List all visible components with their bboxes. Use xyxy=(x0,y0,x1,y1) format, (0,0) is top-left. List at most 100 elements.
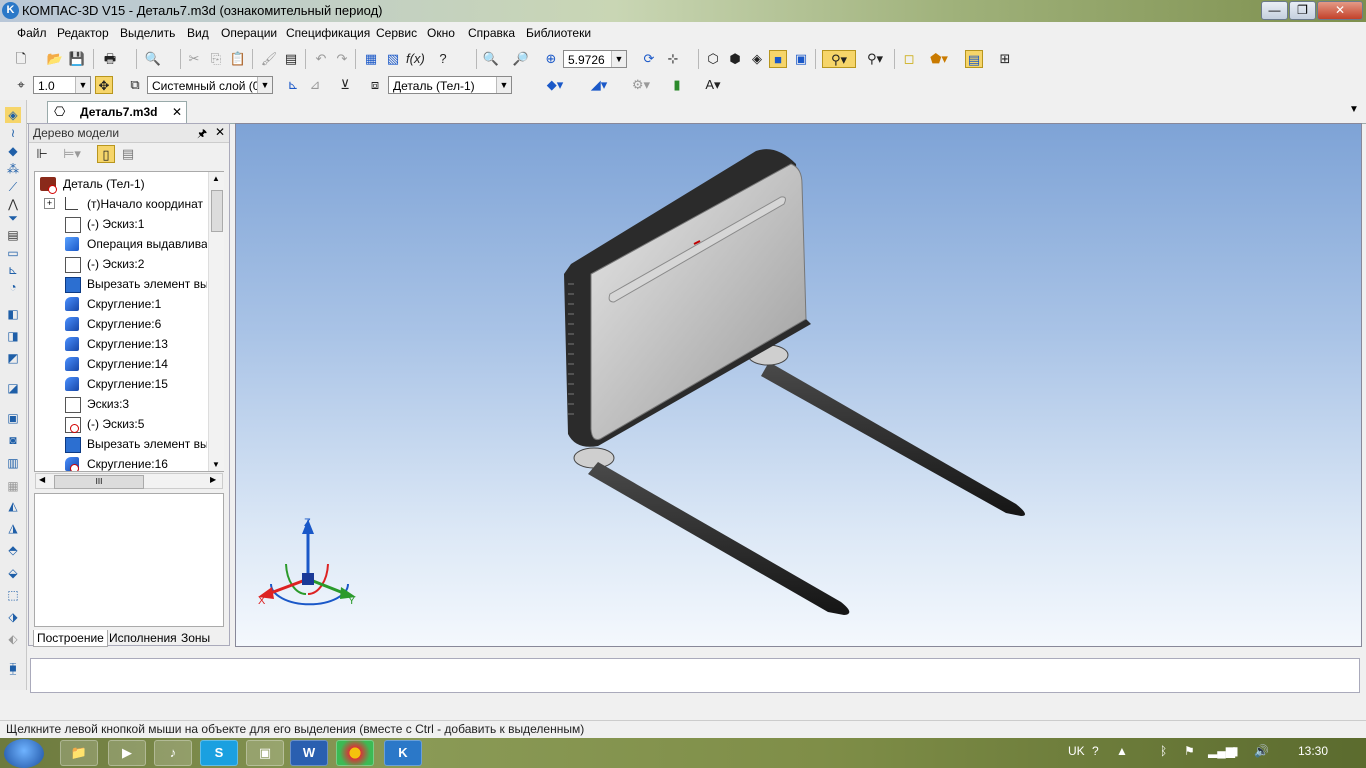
edit-details-icon[interactable]: ◈ xyxy=(5,107,21,123)
redo-icon[interactable]: ↷ xyxy=(333,50,351,68)
tab-versions[interactable]: Исполнения xyxy=(106,630,180,646)
help-icon[interactable]: ? xyxy=(1092,744,1099,758)
arrays-icon[interactable]: ⁂ xyxy=(5,161,21,177)
tree-item[interactable]: Скругление:16 xyxy=(35,454,207,471)
draft-icon[interactable]: ⬗ xyxy=(5,609,21,625)
measure-icon[interactable]: ⊞ xyxy=(996,50,1014,68)
kompas-app-icon[interactable]: K xyxy=(2,2,19,19)
media-task-icon[interactable]: ▶ xyxy=(108,740,146,766)
tree-item[interactable]: (-) Эскиз:1 xyxy=(35,214,207,234)
shaded-icon[interactable]: ■ xyxy=(769,50,787,68)
body-select[interactable]: Деталь (Тел-1) ▼ xyxy=(388,76,512,94)
tree-order-icon[interactable]: ⊨▾ xyxy=(57,145,87,163)
chamfer-icon[interactable]: ◮ xyxy=(5,520,21,536)
snap-step-icon[interactable]: ✥ xyxy=(95,76,113,94)
step-select[interactable]: 1.0 ▼ xyxy=(33,76,91,94)
measure-tool-icon[interactable]: ⊾ xyxy=(5,262,21,278)
preview-icon[interactable]: 🔍 xyxy=(144,50,162,68)
word-task-icon[interactable]: W xyxy=(290,740,328,766)
explorer-task-icon[interactable]: 📁 xyxy=(60,740,98,766)
tree-item[interactable]: Скругление:13 xyxy=(35,334,207,354)
signal-icon[interactable]: ▂▄▆ xyxy=(1208,744,1235,758)
orientation-icon[interactable]: ⊹ xyxy=(664,50,682,68)
auxiliary-geometry-icon[interactable]: ⟋ xyxy=(5,179,21,195)
menu-libraries[interactable]: Библиотеки xyxy=(526,26,591,40)
model-viewport[interactable]: Z X Y xyxy=(235,123,1362,647)
zoom-icon[interactable]: ⊕ xyxy=(542,50,560,68)
zoom-scale-select[interactable]: 5.9726 ▼ xyxy=(563,50,627,68)
paste-icon[interactable]: 📋 xyxy=(229,50,247,68)
minimize-button[interactable]: — xyxy=(1261,1,1288,20)
network-icon[interactable]: ⚑ xyxy=(1184,744,1195,758)
menu-editor[interactable]: Редактор xyxy=(57,26,109,40)
tray-chevron-icon[interactable]: ▲ xyxy=(1116,744,1128,758)
menu-window[interactable]: Окно xyxy=(427,26,455,40)
mirror-icon[interactable]: ⧯ xyxy=(5,660,21,676)
tree-display-icon[interactable]: ▯ xyxy=(97,145,115,163)
manager-icon[interactable]: ▦ xyxy=(362,50,380,68)
menu-specification[interactable]: Спецификация xyxy=(286,26,370,40)
thin-lines-icon[interactable]: ◈ xyxy=(748,50,766,68)
app-task-icon[interactable]: ▣ xyxy=(246,740,284,766)
revolve-icon[interactable]: ◨ xyxy=(5,328,21,344)
scroll-thumb[interactable]: III xyxy=(54,475,144,489)
layers-icon[interactable]: ⧉ xyxy=(126,76,144,94)
save-icon[interactable]: 💾 xyxy=(68,50,86,68)
zoom-all-icon[interactable]: 🔎 xyxy=(512,50,530,68)
tree-toggle-icon[interactable]: ▤ xyxy=(965,50,983,68)
copy-icon[interactable]: ⎘ xyxy=(207,50,225,68)
cut-extrude-icon[interactable]: ▣ xyxy=(5,410,21,426)
filter-select-icon[interactable]: ⚲▾ xyxy=(822,50,856,68)
tree-vertical-scrollbar[interactable]: ▲ ▼ xyxy=(208,172,224,471)
surfaces-icon[interactable]: ◆ xyxy=(5,143,21,159)
cut-kinematic-icon[interactable]: ▥ xyxy=(5,455,21,471)
help-pointer-icon[interactable]: ? xyxy=(434,50,452,68)
scroll-left-icon[interactable]: ◀ xyxy=(39,475,45,484)
tab-construction[interactable]: Построение xyxy=(33,630,108,647)
library-icon[interactable]: ▮ xyxy=(668,76,686,94)
clock[interactable]: 13:30 xyxy=(1298,744,1328,758)
tab-list-chevron-icon[interactable]: ▼ xyxy=(1349,104,1359,115)
tree-item[interactable]: Скругление:1 xyxy=(35,294,207,314)
power-icon[interactable]: ▮ xyxy=(1232,744,1239,758)
mate-icon[interactable]: ⚙▾ xyxy=(626,76,656,94)
cursor-coords-icon[interactable]: ⌖ xyxy=(12,76,30,94)
section-icon[interactable]: ⬟▾ xyxy=(924,50,954,68)
fillet-icon[interactable]: ◭ xyxy=(5,498,21,514)
start-button[interactable] xyxy=(4,739,44,768)
menu-view[interactable]: Вид xyxy=(187,26,209,40)
tree-item[interactable]: Операция выдавливания:1 xyxy=(35,234,207,254)
expand-icon[interactable]: + xyxy=(44,198,55,209)
tree-root[interactable]: Деталь (Тел-1) xyxy=(35,174,207,194)
tree-item[interactable]: Скругление:14 xyxy=(35,354,207,374)
sound-task-icon[interactable]: ♪ xyxy=(154,740,192,766)
properties-bar[interactable] xyxy=(30,658,1360,693)
mcs-icon[interactable]: ◆▾ xyxy=(540,76,570,94)
tree-structure-icon[interactable]: ⊩ xyxy=(33,145,51,163)
dimensions-icon[interactable]: ▭ xyxy=(5,245,21,261)
scroll-down-icon[interactable]: ▼ xyxy=(212,460,220,469)
new-file-icon[interactable]: 🗋 xyxy=(12,50,30,68)
open-file-icon[interactable]: 📂 xyxy=(46,50,64,68)
tree-item[interactable]: + (т)Начало координат xyxy=(35,194,207,214)
rotate-icon[interactable]: ⟳ xyxy=(640,50,658,68)
print-icon[interactable]: 🖶 xyxy=(101,50,119,68)
scroll-thumb[interactable] xyxy=(211,190,223,232)
body-icon[interactable]: ⧈ xyxy=(366,76,384,94)
close-button[interactable]: ✕ xyxy=(1317,1,1363,20)
undo-icon[interactable]: ↶ xyxy=(312,50,330,68)
function-icon[interactable]: f(x) xyxy=(406,50,425,68)
menu-help[interactable]: Справка xyxy=(468,26,515,40)
local-cs-icon[interactable]: ⊾ xyxy=(284,76,302,94)
shaded-edges-icon[interactable]: ▣ xyxy=(792,50,810,68)
cs-copy-icon[interactable]: ⊿ xyxy=(306,76,324,94)
format-brush-icon[interactable]: 🖌 xyxy=(260,50,278,68)
tab-close-icon[interactable]: ✕ xyxy=(172,105,182,119)
shell-icon[interactable]: ⬙ xyxy=(5,565,21,581)
language-indicator[interactable]: UK xyxy=(1068,744,1085,758)
pin-icon[interactable]: 🖈 xyxy=(197,125,207,144)
scroll-up-icon[interactable]: ▲ xyxy=(212,174,220,183)
volume-icon[interactable]: 🔊 xyxy=(1254,744,1269,758)
kinematic-icon[interactable]: ◩ xyxy=(5,350,21,366)
filter-icon[interactable]: ⏷ xyxy=(5,210,21,226)
